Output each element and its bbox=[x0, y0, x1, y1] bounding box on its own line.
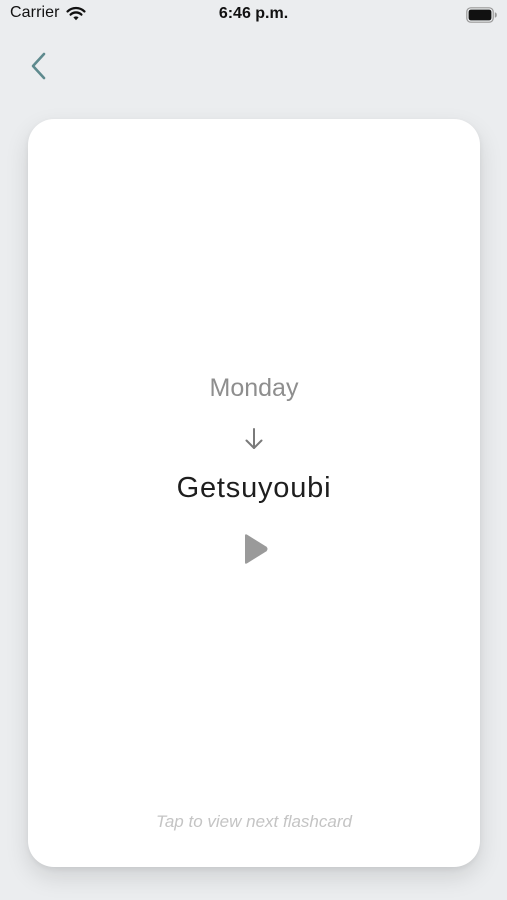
battery-full-icon bbox=[466, 7, 498, 28]
play-icon bbox=[245, 534, 268, 564]
next-flashcard-hint: Tap to view next flashcard bbox=[156, 812, 352, 831]
status-time: 6:46 p.m. bbox=[218, 5, 289, 22]
arrow-down-icon bbox=[244, 427, 264, 456]
english-word: Monday bbox=[209, 374, 299, 402]
chevron-left-icon bbox=[31, 52, 46, 80]
back-button[interactable] bbox=[24, 50, 54, 82]
flashcard[interactable]: Monday Getsuyoubi Tap to view next flash… bbox=[28, 119, 480, 867]
status-bar: Carrier 6:46 p.m. bbox=[0, 0, 507, 32]
play-audio-button[interactable] bbox=[240, 532, 270, 566]
translation-word: Getsuyoubi bbox=[176, 472, 332, 504]
